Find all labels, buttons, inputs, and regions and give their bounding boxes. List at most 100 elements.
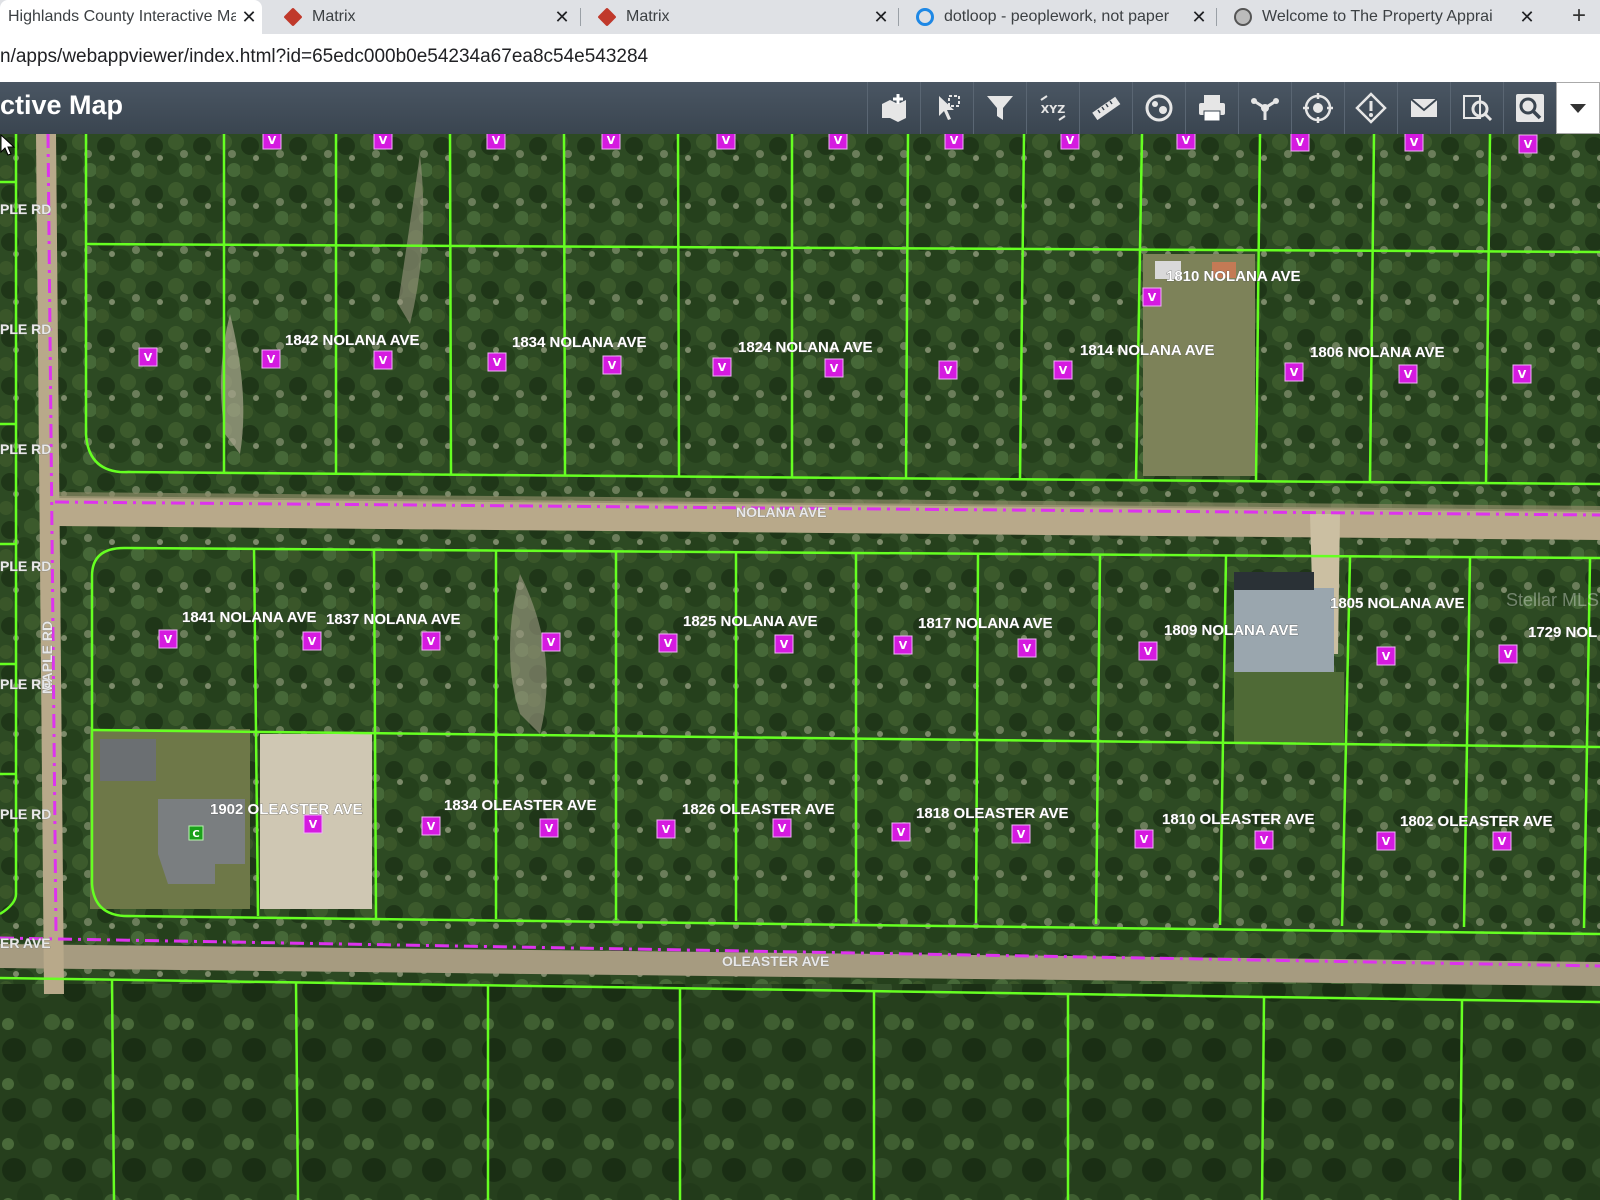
parcel-marker[interactable]: V [828, 134, 848, 150]
parcel-marker[interactable]: V [891, 822, 911, 842]
new-tab-button[interactable]: + [1572, 0, 1586, 34]
url-text[interactable]: n/apps/webappviewer/index.html?id=65edc0… [0, 46, 648, 68]
parcel-marker[interactable]: V [158, 629, 178, 649]
parcel-marker[interactable]: V [1134, 829, 1154, 849]
parcel-marker[interactable]: V [1142, 287, 1162, 307]
parcel-marker[interactable]: V [262, 134, 282, 150]
parcel-marker[interactable]: V [539, 818, 559, 838]
xyz-coordinate-button[interactable]: XYZ [1026, 82, 1079, 134]
parcel-marker[interactable]: V [1017, 638, 1037, 658]
parcel-marker[interactable]: V [712, 357, 732, 377]
parcel-marker[interactable]: V [1060, 134, 1080, 150]
address-label: 1834 NOLANA AVE [512, 334, 646, 351]
parcel-marker[interactable]: V [1254, 830, 1274, 850]
parcel-marker-letter: V [830, 362, 839, 375]
parcel-marker[interactable]: V [938, 360, 958, 380]
parcel-marker[interactable]: V [541, 632, 561, 652]
parcel-marker[interactable]: V [774, 634, 794, 654]
query-button[interactable] [1450, 82, 1503, 134]
parcel-marker[interactable]: V [261, 349, 281, 369]
parcel-marker[interactable]: V [1053, 360, 1073, 380]
parcel-marker-letter: V [664, 637, 673, 650]
parcel-marker-letter: V [427, 635, 436, 648]
add-data-button[interactable] [867, 82, 920, 134]
address-label: 1817 NOLANA AVE [918, 615, 1052, 632]
parcel-marker-letter: V [1290, 366, 1299, 379]
parcel-marker[interactable]: V [373, 350, 393, 370]
parcel-marker[interactable]: V [658, 633, 678, 653]
parcel-marker[interactable]: V [303, 814, 323, 834]
developed-parcel-marker[interactable]: C [188, 825, 204, 841]
share-button[interactable] [1238, 82, 1291, 134]
select-button[interactable] [920, 82, 973, 134]
email-button[interactable] [1397, 82, 1450, 134]
tab-matrix-2[interactable]: Matrix ✕ [584, 0, 894, 34]
tab-property-appraiser[interactable]: Welcome to The Property Apprai ✕ [1220, 0, 1540, 34]
parcel-marker[interactable]: V [944, 134, 964, 150]
address-label: 1842 NOLANA AVE [285, 332, 419, 349]
map-canvas[interactable]: NOLANA AVE OLEASTER AVE MAPLE RD PLE RD … [0, 134, 1600, 1200]
close-tab-icon[interactable]: ✕ [549, 7, 575, 28]
parcel-marker[interactable]: V [1376, 831, 1396, 851]
parcel-marker[interactable]: V [893, 635, 913, 655]
parcel-marker[interactable]: V [824, 358, 844, 378]
address-bar[interactable]: n/apps/webappviewer/index.html?id=65edc0… [0, 34, 1600, 83]
add-data-icon [882, 94, 906, 122]
filter-icon [987, 96, 1013, 120]
report-button[interactable] [1344, 82, 1397, 134]
parcel-marker[interactable]: V [1512, 364, 1532, 384]
close-tab-icon[interactable]: ✕ [868, 7, 894, 28]
parcel-marker[interactable]: V [421, 631, 441, 651]
parcel-marker[interactable]: V [487, 352, 507, 372]
close-tab-icon[interactable]: ✕ [236, 7, 262, 28]
parcel-marker[interactable]: V [1404, 134, 1424, 152]
parcel-marker[interactable]: V [1011, 824, 1031, 844]
parcel-marker[interactable]: V [421, 816, 441, 836]
roof-1902-oleaster-a [100, 739, 156, 781]
parcel-marker[interactable]: V [772, 818, 792, 838]
parcel-marker[interactable]: V [1518, 134, 1538, 154]
parcel-marker[interactable]: V [1398, 364, 1418, 384]
parcel-marker[interactable]: V [1492, 831, 1512, 851]
tab-title: Matrix [312, 8, 356, 25]
parcel-marker[interactable]: V [1284, 362, 1304, 382]
search-icon [1516, 94, 1544, 122]
location-button[interactable] [1291, 82, 1344, 134]
parcel-marker[interactable]: V [602, 355, 622, 375]
parcel-marker-letter: V [1382, 650, 1391, 663]
filter-button[interactable] [973, 82, 1026, 134]
more-tools-button[interactable] [1556, 82, 1600, 134]
tab-matrix-1[interactable]: Matrix ✕ [270, 0, 575, 34]
close-tab-icon[interactable]: ✕ [1514, 7, 1540, 28]
parcel-marker[interactable]: V [486, 134, 506, 150]
parcel-marker[interactable]: V [601, 134, 621, 150]
parcel-marker[interactable]: V [373, 134, 393, 150]
parcel-marker[interactable]: V [138, 347, 158, 367]
parcel-marker[interactable]: V [1290, 134, 1310, 152]
dotloop-icon [916, 8, 934, 26]
share-icon [1251, 98, 1279, 120]
parcel-marker[interactable]: V [1176, 134, 1196, 150]
map-view[interactable]: NOLANA AVE OLEASTER AVE MAPLE RD PLE RD … [0, 134, 1600, 1200]
parcel-marker-letter: V [267, 353, 276, 366]
parcel-marker[interactable]: V [716, 134, 736, 150]
layer-visibility-button[interactable] [1132, 82, 1185, 134]
parcel-marker-letter: V [1382, 835, 1391, 848]
tab-interactive-map[interactable]: Highlands County Interactive Ma ✕ [0, 0, 262, 34]
parcel-marker[interactable]: V [1376, 646, 1396, 666]
road-label-nolana: NOLANA AVE [736, 504, 826, 520]
parcel-marker[interactable]: V [1498, 644, 1518, 664]
parcel-marker[interactable]: V [302, 631, 322, 651]
parcel-marker[interactable]: V [656, 819, 676, 839]
address-label: 1802 OLEASTER AVE [1400, 813, 1553, 830]
tab-dotloop[interactable]: dotloop - peoplework, not paper ✕ [902, 0, 1212, 34]
address-label: 1824 NOLANA AVE [738, 339, 872, 356]
parcel-marker-letter: V [722, 134, 731, 147]
parcel-marker-letter: V [427, 820, 436, 833]
search-button[interactable] [1503, 82, 1556, 134]
print-button[interactable] [1185, 82, 1238, 134]
parcel-marker-letter: V [308, 635, 317, 648]
parcel-marker[interactable]: V [1138, 641, 1158, 661]
close-tab-icon[interactable]: ✕ [1186, 7, 1212, 28]
measure-button[interactable] [1079, 82, 1132, 134]
